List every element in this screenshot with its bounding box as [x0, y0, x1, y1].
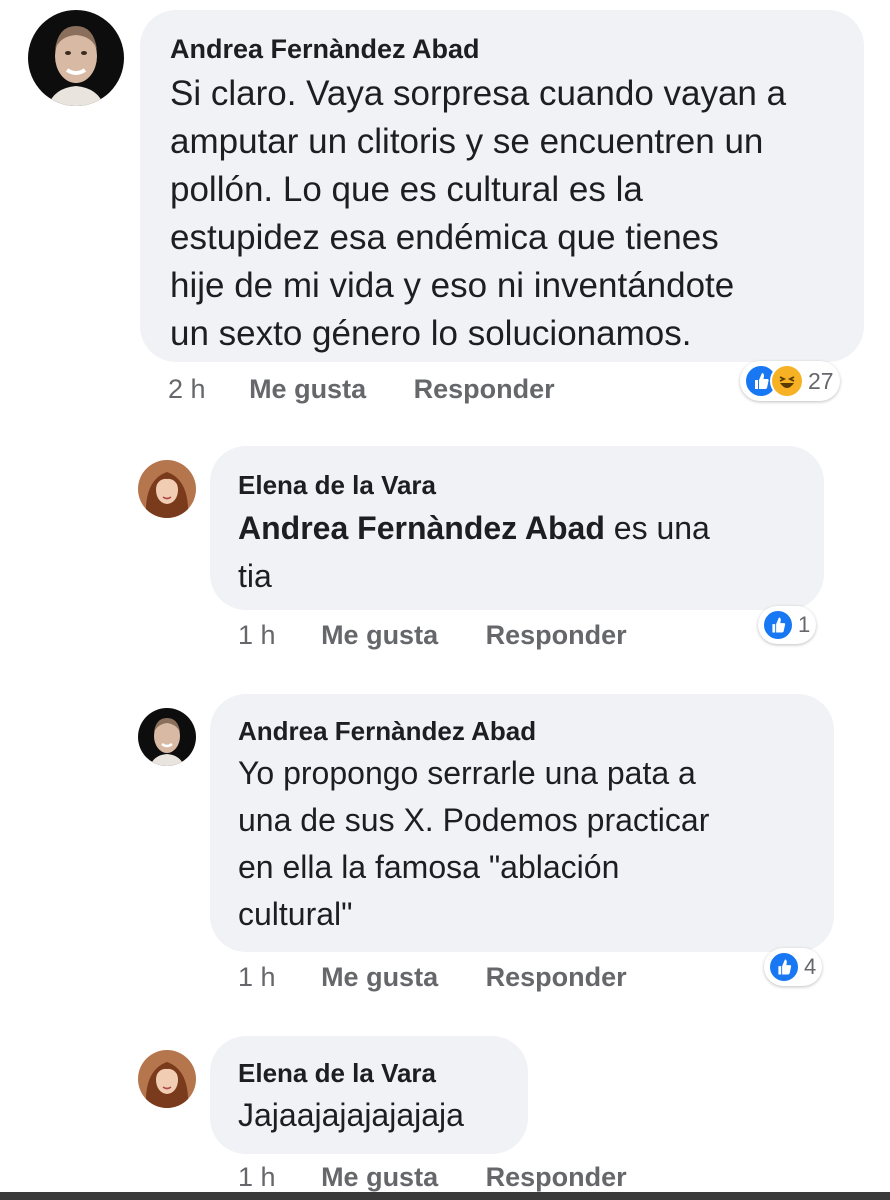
comment-timestamp[interactable]: 2 h	[168, 374, 206, 405]
comment-author[interactable]: Elena de la Vara	[238, 1056, 500, 1090]
reply-button[interactable]: Responder	[486, 620, 627, 651]
text-line: tia	[238, 558, 272, 594]
avatar[interactable]	[28, 10, 124, 106]
comment-2: Elena de la Vara Andrea Fernàndez Abad e…	[0, 440, 890, 670]
like-icon	[762, 609, 794, 641]
reaction-count: 1	[798, 612, 811, 637]
comment-actions: 1 h Me gusta Responder	[238, 1162, 627, 1193]
avatar-elena-image	[138, 1050, 196, 1108]
comment-timestamp[interactable]: 1 h	[238, 620, 276, 651]
text-line: estupidez esa endémica que tienes	[170, 218, 719, 257]
avatar-andrea-image	[28, 10, 124, 106]
text-line: hije de mi vida y eso ni inventándote	[170, 266, 735, 305]
comment-bubble: Elena de la Vara Andrea Fernàndez Abad e…	[210, 446, 824, 610]
like-button[interactable]: Me gusta	[249, 374, 366, 405]
text-line: Yo propongo serrarle una pata a	[238, 755, 696, 791]
text-line: Si claro. Vaya sorpresa cuando vayan a	[170, 74, 787, 113]
haha-icon	[770, 364, 804, 398]
reaction-count: 4	[804, 954, 817, 979]
avatar[interactable]	[138, 1050, 196, 1108]
comment-text: Si claro. Vaya sorpresa cuando vayan a a…	[170, 70, 834, 358]
screen-bottom-edge	[0, 1192, 890, 1200]
reaction-count: 27	[808, 367, 834, 394]
comment-1: Andrea Fernàndez Abad Si claro. Vaya sor…	[0, 0, 890, 420]
like-button[interactable]: Me gusta	[321, 1162, 438, 1193]
comment-text: Yo propongo serrarle una pata a una de s…	[238, 750, 806, 938]
comment-author[interactable]: Andrea Fernàndez Abad	[170, 32, 834, 66]
comment-text: Andrea Fernàndez Abad es una tia	[238, 504, 796, 600]
comment-actions: 1 h Me gusta Responder	[238, 620, 627, 651]
like-button[interactable]: Me gusta	[321, 620, 438, 651]
text-line: Andrea Fernàndez Abad es una	[238, 504, 796, 552]
reactions-summary[interactable]: 4	[764, 948, 823, 986]
text-line: cultural"	[238, 896, 353, 932]
comment-3: Andrea Fernàndez Abad Yo propongo serrar…	[0, 680, 890, 1020]
reply-button[interactable]: Responder	[486, 1162, 627, 1193]
like-button[interactable]: Me gusta	[321, 962, 438, 993]
avatar-elena-image	[138, 460, 196, 518]
avatar-andrea-image	[138, 708, 196, 766]
text-line: Jajaajajajajajaja	[238, 1097, 464, 1133]
text-line: un sexto género lo solucionamos.	[170, 314, 692, 353]
comment-4: Elena de la Vara Jajaajajajajajaja 1 h M…	[0, 1030, 890, 1192]
reactions-summary[interactable]: 27	[740, 361, 840, 401]
comment-author[interactable]: Elena de la Vara	[238, 468, 796, 502]
mention-link[interactable]: Andrea Fernàndez Abad	[238, 510, 605, 546]
comment-bubble: Andrea Fernàndez Abad Si claro. Vaya sor…	[140, 10, 864, 362]
text-line: amputar un clitoris y se encuentren un	[170, 122, 764, 161]
text-line: pollón. Lo que es cultural es la	[170, 170, 643, 209]
comment-actions: 2 h Me gusta Responder	[168, 374, 555, 405]
reactions-summary[interactable]: 1	[758, 606, 817, 644]
comment-author[interactable]: Andrea Fernàndez Abad	[238, 714, 806, 748]
reply-button[interactable]: Responder	[414, 374, 555, 405]
like-icon	[768, 951, 800, 983]
comment-bubble: Elena de la Vara Jajaajajajajajaja	[210, 1036, 528, 1154]
text-line: una de sus X. Podemos practicar	[238, 802, 710, 838]
comment-bubble: Andrea Fernàndez Abad Yo propongo serrar…	[210, 694, 834, 952]
avatar[interactable]	[138, 460, 196, 518]
comment-text: Jajaajajajajajaja	[238, 1092, 500, 1138]
text-line: en ella la famosa "ablación	[238, 849, 620, 885]
comment-actions: 1 h Me gusta Responder	[238, 962, 627, 993]
reply-button[interactable]: Responder	[486, 962, 627, 993]
mention-rest: es una	[604, 510, 710, 546]
comment-timestamp[interactable]: 1 h	[238, 1162, 276, 1193]
avatar[interactable]	[138, 708, 196, 766]
comment-timestamp[interactable]: 1 h	[238, 962, 276, 993]
